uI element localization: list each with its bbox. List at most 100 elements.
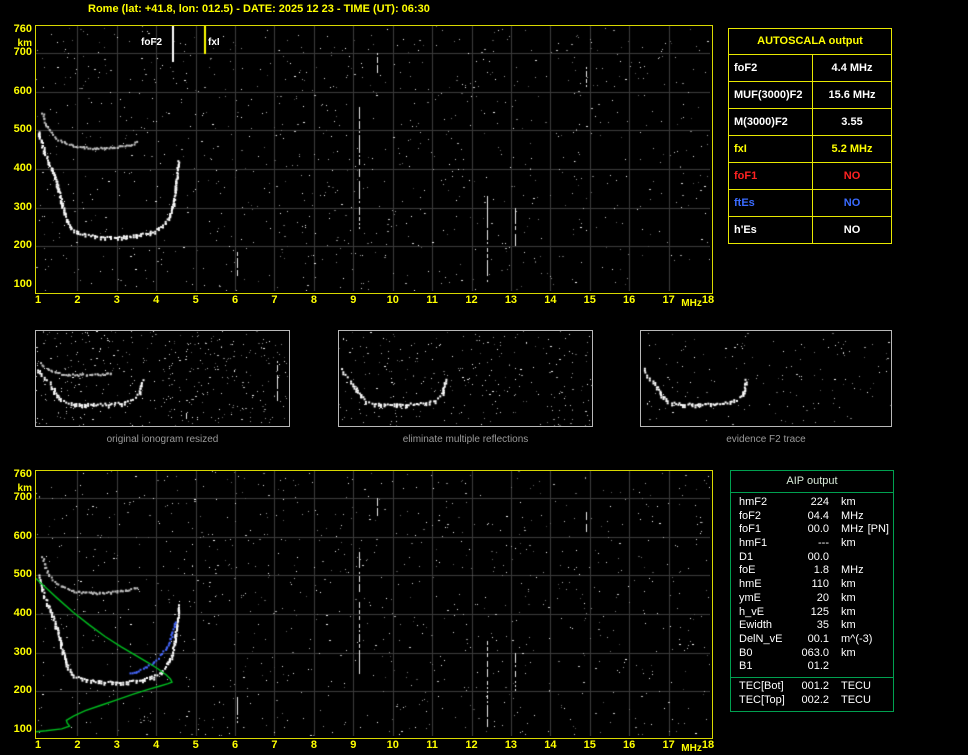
- fxI-marker-label: fxI: [208, 37, 220, 48]
- aip-row-name: foE: [731, 564, 793, 578]
- x-axis-tick: 6: [224, 740, 246, 751]
- x-axis-tick: 4: [145, 740, 167, 751]
- aip-row-name: ymE: [731, 592, 793, 606]
- x-axis-tick: 7: [263, 740, 285, 751]
- aip-row-value: 002.2: [793, 694, 829, 708]
- y-axis-tick: 700: [6, 47, 32, 58]
- aip-row-name: foF1: [731, 523, 793, 537]
- autoscala-row: M(3000)F23.55: [729, 109, 891, 136]
- x-axis-tick: 6: [224, 295, 246, 306]
- y-axis-tick: 400: [6, 608, 32, 619]
- y-axis-tick: 700: [6, 492, 32, 503]
- autoscala-row-label: M(3000)F2: [729, 109, 813, 135]
- aip-row-unit: km: [829, 606, 856, 620]
- aip-row-name: hmF2: [731, 496, 793, 510]
- x-axis-tick: 14: [539, 295, 561, 306]
- aip-row-note: [889, 606, 893, 620]
- thumbnail-original-ionogram: [35, 330, 290, 427]
- aip-row-note: [889, 592, 893, 606]
- aip-row-name: TEC[Top]: [731, 694, 793, 708]
- aip-row-note: [889, 578, 893, 592]
- aip-row-value: 1.8: [793, 564, 829, 578]
- x-axis-tick: 17: [658, 295, 680, 306]
- x-axis-tick: 8: [303, 740, 325, 751]
- aip-row: hmE110km: [731, 578, 893, 592]
- aip-row-value: 125: [793, 606, 829, 620]
- aip-row-value: 01.2: [793, 660, 829, 674]
- aip-row-name: hmF1: [731, 537, 793, 551]
- x-axis-unit: MHz: [681, 298, 703, 309]
- y-axis-tick: 200: [6, 685, 32, 696]
- autoscala-row-label: foF1: [729, 163, 813, 189]
- aip-row-unit: TECU: [829, 680, 871, 694]
- aip-row: h_vE125km: [731, 606, 893, 620]
- aip-row-name: Ewidth: [731, 619, 793, 633]
- x-axis-tick: 14: [539, 740, 561, 751]
- autoscala-row: foF24.4 MHz: [729, 55, 891, 82]
- x-axis-tick: 12: [461, 740, 483, 751]
- autoscala-row-value: 5.2 MHz: [813, 136, 891, 162]
- x-axis-tick: 4: [145, 295, 167, 306]
- bottom-ionogram-plot: [35, 470, 713, 739]
- aip-row-unit: km: [829, 647, 856, 661]
- aip-row: B0063.0km: [731, 647, 893, 661]
- aip-row-unit: km: [829, 578, 856, 592]
- aip-row-unit: [829, 660, 841, 674]
- thumbnail-no-multiples: [338, 330, 593, 427]
- y-axis-unit: km: [6, 483, 32, 494]
- aip-row-unit: MHz: [829, 523, 864, 537]
- aip-row-name: B0: [731, 647, 793, 661]
- aip-row-unit: MHz: [829, 510, 864, 524]
- y-axis-tick: 760: [6, 24, 32, 35]
- station-title: Rome (lat: +41.8, lon: 012.5) - DATE: 20…: [88, 3, 430, 15]
- autoscala-row-value: 3.55: [813, 109, 891, 135]
- y-axis-tick: 300: [6, 647, 32, 658]
- y-axis-tick: 760: [6, 469, 32, 480]
- aip-row-note: [889, 647, 893, 661]
- x-axis-tick: 5: [185, 740, 207, 751]
- aip-output-table: AIP output hmF2224kmfoF204.4MHzfoF100.0M…: [730, 470, 894, 712]
- aip-row: D100.0: [731, 551, 893, 565]
- y-axis-tick: 500: [6, 569, 32, 580]
- x-axis-tick: 15: [579, 740, 601, 751]
- thumbnail-no-multiples-canvas: [339, 331, 592, 426]
- x-axis-tick: 16: [618, 295, 640, 306]
- aip-row: Ewidth35km: [731, 619, 893, 633]
- aip-row-unit: MHz: [829, 564, 864, 578]
- y-axis-tick: 600: [6, 531, 32, 542]
- x-axis-tick: 9: [342, 295, 364, 306]
- aip-row: hmF1---km: [731, 537, 893, 551]
- autoscala-row: fxI5.2 MHz: [729, 136, 891, 163]
- autoscala-row: h'EsNO: [729, 217, 891, 243]
- thumbnail-original-canvas: [36, 331, 289, 426]
- x-axis-tick: 2: [66, 740, 88, 751]
- aip-row: foF100.0MHz[PN]: [731, 523, 893, 537]
- aip-row-note: [889, 510, 893, 524]
- aip-row: foF204.4MHz: [731, 510, 893, 524]
- y-axis-tick: 200: [6, 240, 32, 251]
- autoscala-row: ftEsNO: [729, 190, 891, 217]
- bottom-ionogram-canvas: [36, 471, 710, 736]
- aip-row-value: 224: [793, 496, 829, 510]
- x-axis-tick: 1: [27, 740, 49, 751]
- aip-row-value: 04.4: [793, 510, 829, 524]
- x-axis-tick: 15: [579, 295, 601, 306]
- autoscala-table-header: AUTOSCALA output: [729, 29, 891, 55]
- x-axis-tick: 5: [185, 295, 207, 306]
- aip-row-unit: km: [829, 592, 856, 606]
- aip-row-value: 063.0: [793, 647, 829, 661]
- thumbnail-f2-trace: [640, 330, 892, 427]
- y-axis-unit: km: [6, 38, 32, 49]
- x-axis-tick: 17: [658, 740, 680, 751]
- aip-row: TEC[Bot]001.2TECU: [731, 677, 893, 694]
- autoscala-row-label: h'Es: [729, 217, 813, 243]
- aip-row-note: [889, 537, 893, 551]
- thumbnail-caption-no-multiples: eliminate multiple reflections: [338, 434, 593, 445]
- aip-row: foE1.8MHz: [731, 564, 893, 578]
- aip-row-unit: TECU: [829, 694, 871, 708]
- aip-row-name: hmE: [731, 578, 793, 592]
- aip-row-note: [889, 551, 893, 565]
- aip-row-unit: km: [829, 619, 856, 633]
- x-axis-tick: 3: [106, 740, 128, 751]
- x-axis-tick: 18: [697, 740, 719, 751]
